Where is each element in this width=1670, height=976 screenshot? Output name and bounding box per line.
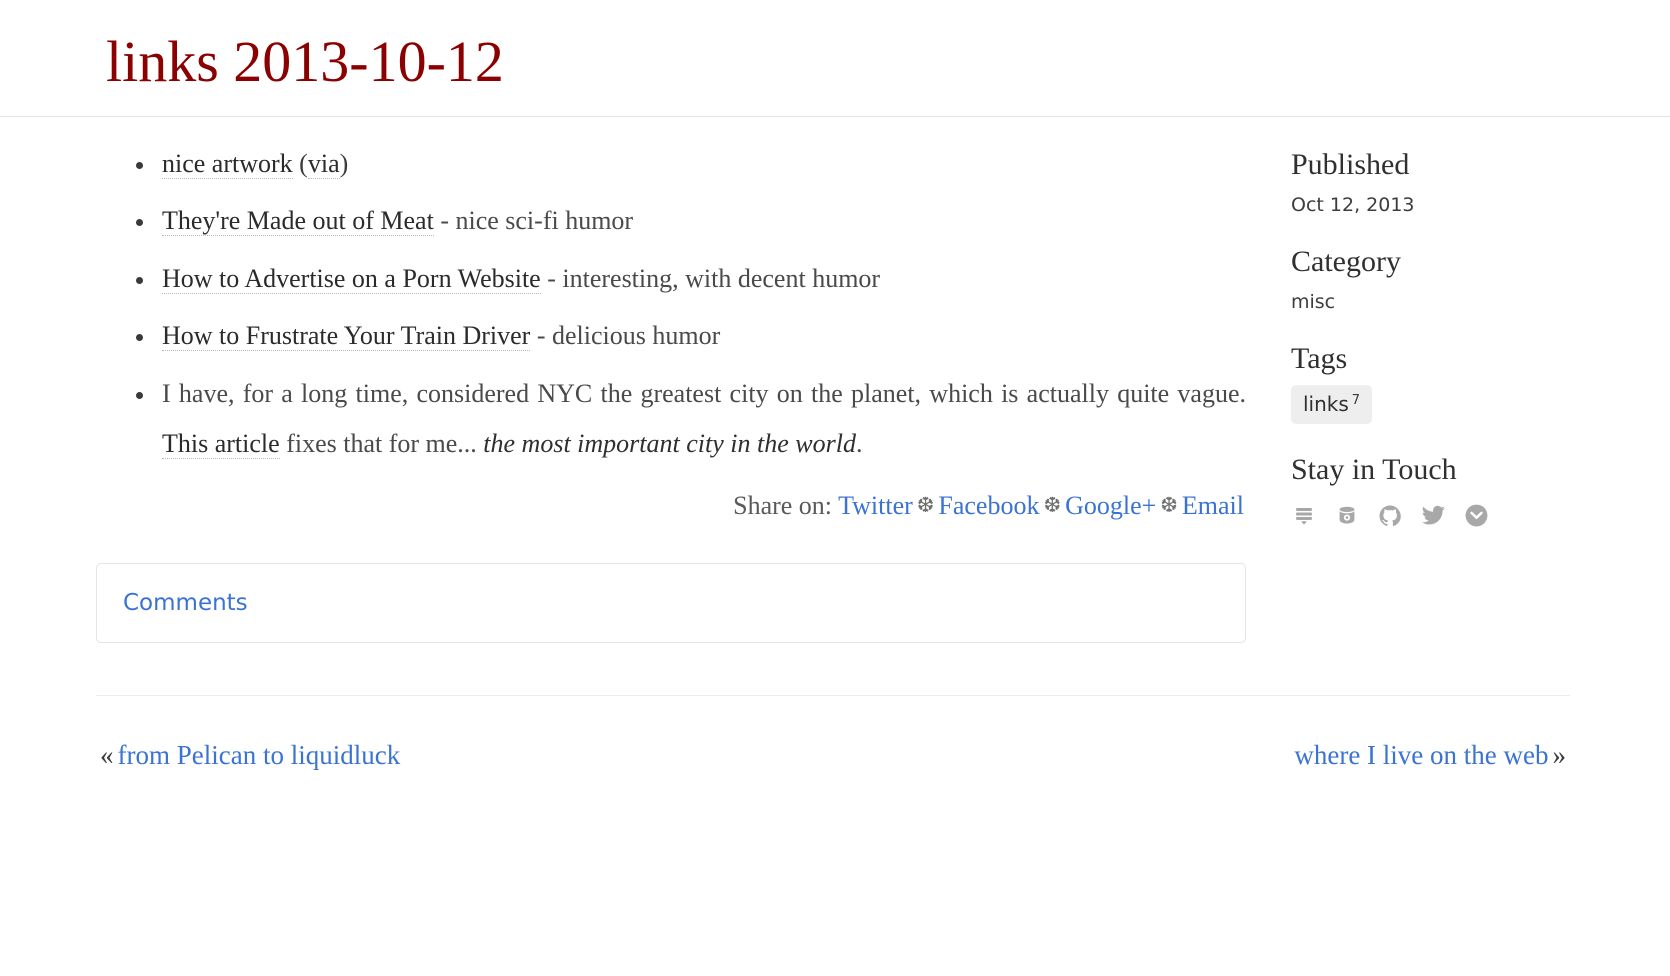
links-list: nice artwork (via) They're Made out of M… (96, 139, 1246, 470)
share-label: Share on: (733, 491, 833, 521)
item-1-note: - nice sci-fi humor (433, 206, 634, 236)
tag-count: 7 (1351, 392, 1361, 408)
share-separator-icon: ❆ (1160, 493, 1178, 518)
list-item: How to Frustrate Your Train Driver - del… (156, 311, 1246, 361)
nyc-text-after: fixes that for me... (279, 428, 484, 458)
link-this-article[interactable]: This article (162, 428, 280, 459)
social-icons-row (1291, 503, 1570, 529)
comments-box: Comments (96, 563, 1246, 644)
category-heading: Category (1291, 244, 1401, 278)
share-row: Share on: Twitter ❆ Facebook ❆ Google+ ❆ Email (96, 491, 1246, 521)
feed-stack-icon[interactable] (1291, 503, 1317, 529)
item-0-paren-open: ( (292, 148, 308, 178)
prev-arrow-icon: « (100, 740, 114, 771)
published-date: Oct 12, 2013 (1291, 194, 1415, 217)
prev-post-nav: «from Pelican to liquidluck (96, 740, 400, 771)
tag-list: links 7 (1291, 385, 1570, 425)
page-root: links 2013-10-12 nice artwork (via) They… (0, 0, 1670, 976)
post-navigation: «from Pelican to liquidluck where I live… (96, 696, 1570, 771)
item-0-paren-close: ) (339, 148, 349, 178)
article-content: nice artwork (via) They're Made out of M… (96, 117, 1246, 644)
published-heading: Published (1291, 147, 1410, 181)
share-facebook-link[interactable]: Facebook (938, 491, 1039, 520)
next-arrow-icon: » (1552, 740, 1567, 771)
link-made-out-of-meat[interactable]: They're Made out of Meat (162, 206, 434, 237)
share-separator-icon: ❆ (1043, 493, 1062, 518)
next-post-nav: where I live on the web» (1294, 740, 1570, 771)
link-advertise-porn-website[interactable]: How to Advertise on a Porn Website (162, 263, 541, 294)
share-googleplus-link[interactable]: Google+ (1065, 491, 1156, 520)
post-sidebar: Published Oct 12, 2013 Category misc Tag… (1246, 117, 1570, 529)
tags-heading: Tags (1291, 341, 1348, 375)
link-frustrate-train-driver[interactable]: How to Frustrate Your Train Driver (162, 321, 531, 352)
list-item: They're Made out of Meat - nice sci-fi h… (156, 196, 1246, 246)
instagram-icon[interactable] (1334, 503, 1360, 529)
next-post-link[interactable]: where I live on the web (1294, 740, 1548, 770)
post-header: links 2013-10-12 (96, 0, 1570, 116)
comments-link[interactable]: Comments (123, 590, 248, 616)
nyc-text-before: I have, for a long time, considered NYC … (162, 378, 1246, 408)
list-item-paragraph: I have, for a long time, considered NYC … (156, 369, 1246, 470)
github-icon[interactable] (1377, 503, 1403, 529)
tag-links[interactable]: links 7 (1291, 385, 1373, 425)
list-item: How to Advertise on a Porn Website - int… (156, 254, 1246, 304)
item-2-note: - interesting, with decent humor (540, 263, 881, 293)
page-title: links 2013-10-12 (106, 29, 504, 94)
nyc-text-end: . (855, 428, 863, 458)
link-nice-artwork[interactable]: nice artwork (162, 148, 293, 179)
stay-in-touch-heading: Stay in Touch (1291, 453, 1457, 487)
category-link-misc[interactable]: misc (1291, 291, 1335, 313)
item-3-note: - delicious humor (530, 321, 721, 351)
prev-post-link[interactable]: from Pelican to liquidluck (118, 740, 401, 770)
share-separator-icon: ❆ (916, 493, 935, 518)
twitter-icon[interactable] (1420, 503, 1446, 529)
tag-label: links (1303, 392, 1349, 417)
nyc-italic-quote: the most important city in the world (483, 428, 856, 458)
list-item: nice artwork (via) (156, 139, 1246, 189)
body-columns: nice artwork (via) They're Made out of M… (96, 117, 1570, 644)
pocket-icon[interactable] (1463, 503, 1489, 529)
share-email-link[interactable]: Email (1182, 491, 1244, 520)
link-via[interactable]: via (307, 148, 340, 179)
share-twitter-link[interactable]: Twitter (838, 491, 913, 520)
category-value: misc (1291, 288, 1570, 317)
